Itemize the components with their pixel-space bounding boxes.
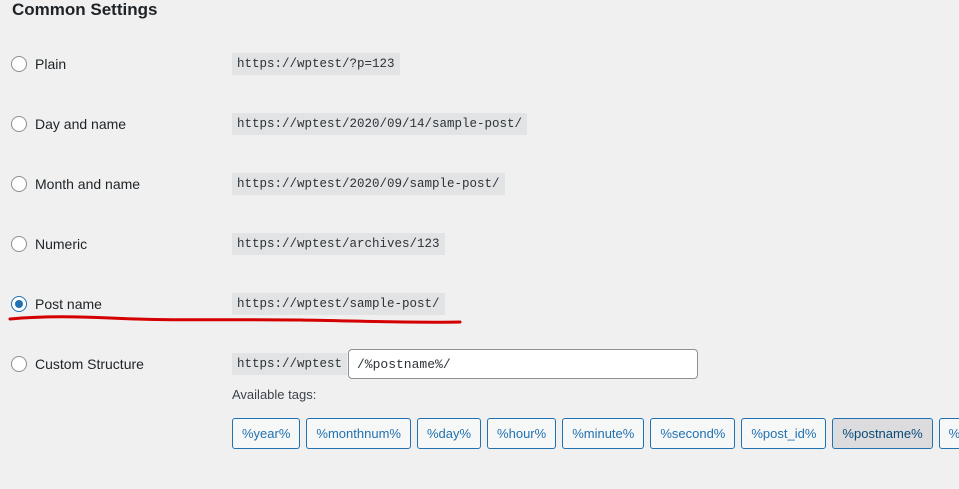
tag-button-day[interactable]: %day% bbox=[416, 418, 482, 449]
radio-label-post-name[interactable]: Post name bbox=[35, 295, 102, 313]
tag-button-truncated[interactable]: %c bbox=[938, 418, 959, 449]
example-url-plain: https://wptest/?p=123 bbox=[232, 53, 400, 75]
permalink-option-plain[interactable]: Plain https://wptest/?p=123 bbox=[0, 49, 959, 79]
radio-custom-structure[interactable] bbox=[11, 356, 27, 372]
example-url-post-name: https://wptest/sample-post/ bbox=[232, 293, 445, 315]
example-url-day-and-name: https://wptest/2020/09/14/sample-post/ bbox=[232, 113, 528, 135]
tag-button-post-id[interactable]: %post_id% bbox=[741, 418, 827, 449]
radio-label-numeric[interactable]: Numeric bbox=[35, 235, 87, 253]
permalink-option-day-and-name[interactable]: Day and name https://wptest/2020/09/14/s… bbox=[0, 109, 959, 139]
radio-numeric[interactable] bbox=[11, 236, 27, 252]
tag-button-postname[interactable]: %postname% bbox=[832, 418, 933, 449]
available-tags-label: Available tags: bbox=[232, 387, 317, 402]
section-title: Common Settings bbox=[12, 0, 158, 19]
permalink-option-month-and-name[interactable]: Month and name https://wptest/2020/09/sa… bbox=[0, 169, 959, 199]
permalink-option-custom-structure[interactable]: Custom Structure https://wptest bbox=[0, 349, 959, 379]
radio-plain[interactable] bbox=[11, 56, 27, 72]
radio-day-and-name[interactable] bbox=[11, 116, 27, 132]
custom-structure-prefix: https://wptest bbox=[232, 353, 348, 375]
available-tags-list: %year% %monthnum% %day% %hour% %minute% %seco… bbox=[232, 418, 959, 449]
custom-structure-input[interactable] bbox=[348, 349, 698, 379]
radio-month-and-name[interactable] bbox=[11, 176, 27, 192]
tag-button-second[interactable]: %second% bbox=[650, 418, 736, 449]
tag-button-year[interactable]: %year% bbox=[232, 418, 301, 449]
radio-post-name[interactable] bbox=[11, 296, 27, 312]
tag-button-monthnum[interactable]: %monthnum% bbox=[306, 418, 411, 449]
tag-button-hour[interactable]: %hour% bbox=[487, 418, 557, 449]
example-url-numeric: https://wptest/archives/123 bbox=[232, 233, 445, 255]
radio-label-day-and-name[interactable]: Day and name bbox=[35, 115, 126, 133]
permalink-option-numeric[interactable]: Numeric https://wptest/archives/123 bbox=[0, 229, 959, 259]
tag-button-minute[interactable]: %minute% bbox=[562, 418, 645, 449]
radio-label-month-and-name[interactable]: Month and name bbox=[35, 175, 140, 193]
example-url-month-and-name: https://wptest/2020/09/sample-post/ bbox=[232, 173, 505, 195]
permalink-option-post-name[interactable]: Post name https://wptest/sample-post/ bbox=[0, 289, 959, 319]
radio-label-plain[interactable]: Plain bbox=[35, 55, 66, 73]
radio-label-custom-structure[interactable]: Custom Structure bbox=[35, 355, 144, 373]
